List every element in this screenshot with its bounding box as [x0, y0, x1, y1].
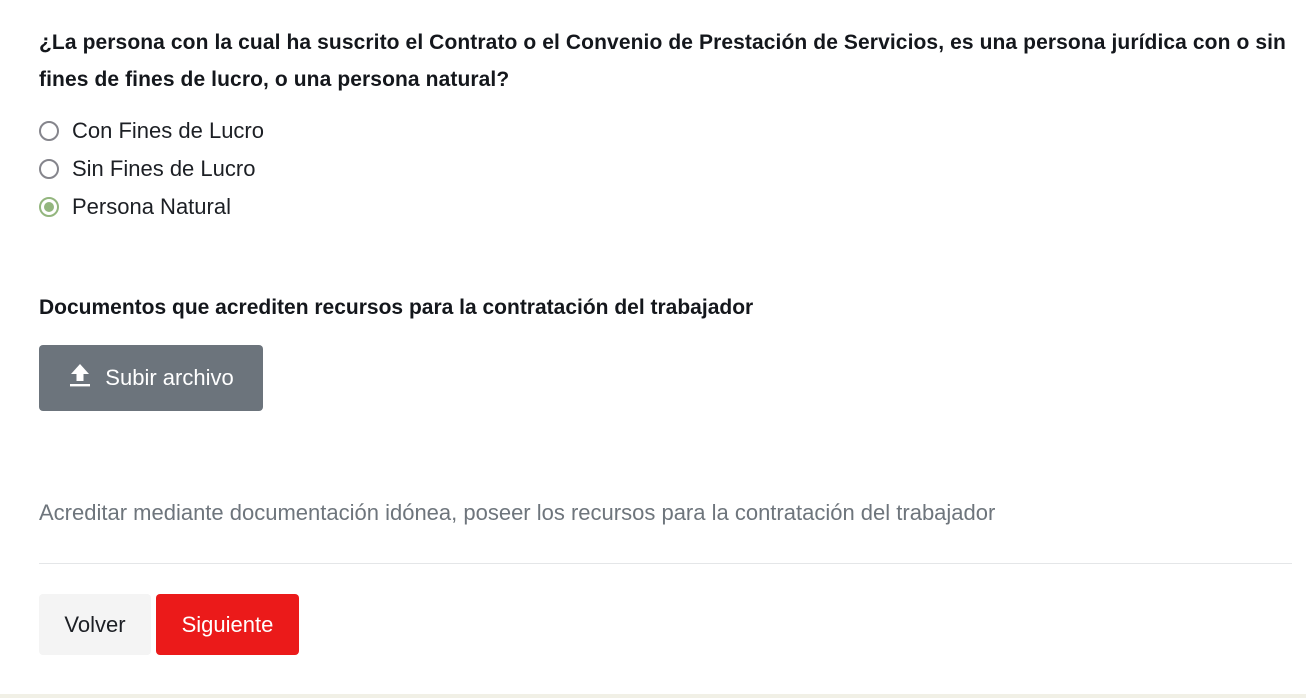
form-page: ¿La persona con la cual ha suscrito el C… — [0, 0, 1306, 698]
back-button[interactable]: Volver — [39, 594, 151, 655]
radio-button-selected[interactable] — [39, 197, 59, 217]
radio-button[interactable] — [39, 121, 59, 141]
upload-icon — [70, 364, 91, 387]
upload-file-button[interactable]: Subir archivo — [39, 345, 263, 411]
radio-button[interactable] — [39, 159, 59, 179]
radio-option-sin-fines-de-lucro[interactable]: Sin Fines de Lucro — [39, 150, 264, 188]
entity-type-radio-group: Con Fines de Lucro Sin Fines de Lucro Pe… — [39, 112, 264, 226]
radio-label[interactable]: Con Fines de Lucro — [72, 118, 264, 144]
next-button[interactable]: Siguiente — [156, 594, 299, 655]
question-text: ¿La persona con la cual ha suscrito el C… — [39, 31, 1286, 91]
bottom-edge-strip — [0, 694, 1306, 698]
radio-option-con-fines-de-lucro[interactable]: Con Fines de Lucro — [39, 112, 264, 150]
radio-label[interactable]: Persona Natural — [72, 194, 231, 220]
upload-button-label: Subir archivo — [105, 365, 234, 390]
documents-section-title: Documentos que acrediten recursos para l… — [39, 296, 754, 319]
divider — [39, 563, 1292, 564]
radio-label[interactable]: Sin Fines de Lucro — [72, 156, 255, 182]
documents-hint-text: Acreditar mediante documentación idónea,… — [39, 500, 996, 525]
radio-selected-dot — [44, 202, 54, 212]
radio-option-persona-natural[interactable]: Persona Natural — [39, 188, 264, 226]
